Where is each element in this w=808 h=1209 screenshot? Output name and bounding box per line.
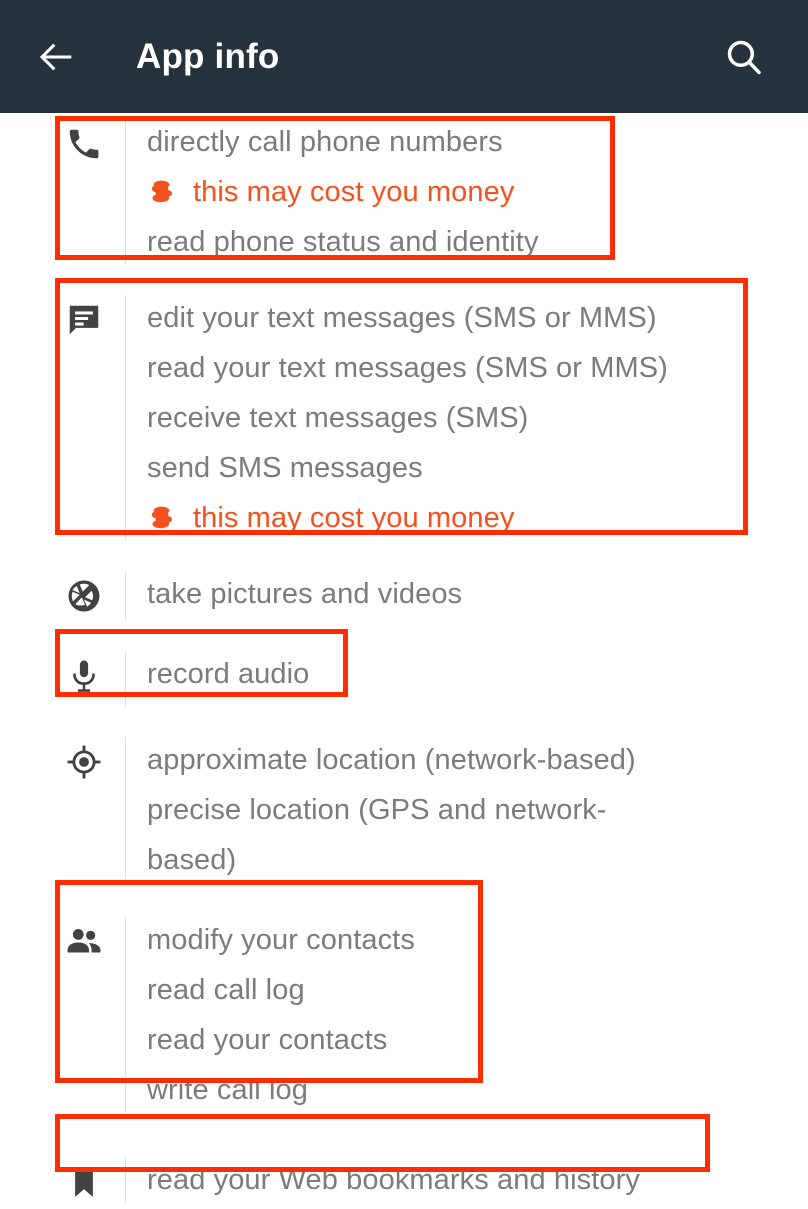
permission-line: take pictures and videos (147, 578, 463, 610)
permission-group-camera[interactable]: take pictures and videos (0, 565, 808, 627)
permission-line: directly call phone numbers (147, 126, 503, 158)
permission-line: read your text messages (SMS or MMS) (147, 352, 668, 384)
permission-cost-warning: this may cost you money (147, 493, 808, 543)
permission-line: send SMS messages (147, 452, 423, 484)
coins-icon (151, 180, 172, 203)
permission-line: read your contacts (147, 1024, 388, 1056)
permission-group-icon-cell (65, 645, 125, 695)
permission-line: modify your contacts (147, 924, 415, 956)
phone-icon (69, 129, 99, 159)
permission-group-microphone[interactable]: record audio (0, 645, 808, 713)
permission-line: receive text messages (SMS) (147, 402, 529, 434)
bookmark-icon (75, 1167, 93, 1197)
camera-icon (68, 580, 100, 612)
permission-cost-label: this may cost you money (193, 502, 515, 534)
permission-lines: modify your contacts read call log read … (126, 911, 808, 1119)
permission-list: directly call phone numbers this may cos… (0, 113, 808, 1209)
permission-line: approximate location (network-based) (147, 744, 636, 776)
contacts-icon (67, 929, 101, 953)
permission-group-icon-cell (65, 289, 125, 339)
app-bar: App info (0, 0, 808, 113)
page-title: App info (136, 36, 280, 76)
permission-line: edit your text messages (SMS or MMS) (147, 302, 657, 334)
permission-group-icon-cell (65, 911, 125, 961)
permission-group-location[interactable]: approximate location (network-based) pre… (0, 731, 808, 891)
microphone-icon (73, 660, 95, 692)
permission-cost-label: this may cost you money (193, 176, 515, 208)
permission-line: precise location (GPS and network-based) (147, 794, 607, 876)
permission-lines: record audio (126, 645, 808, 703)
permission-lines: directly call phone numbers this may cos… (126, 113, 808, 271)
search-icon (727, 40, 761, 74)
permission-line: read call log (147, 974, 305, 1006)
permission-group-icon-cell (65, 1151, 125, 1201)
back-button[interactable] (24, 25, 88, 89)
permission-group-contacts[interactable]: modify your contacts read call log read … (0, 911, 808, 1119)
permission-lines: read your Web bookmarks and history (126, 1151, 808, 1209)
permission-line: record audio (147, 658, 310, 690)
coins-icon (151, 506, 172, 529)
permission-cost-warning: this may cost you money (147, 167, 808, 217)
permission-group-icon-cell (65, 731, 125, 781)
location-icon (67, 745, 101, 779)
permission-line: write call log (147, 1074, 308, 1106)
permission-line: read phone status and identity (147, 226, 539, 258)
permission-group-icon-cell (65, 113, 125, 163)
permission-group-icon-cell (65, 565, 125, 615)
permission-lines: edit your text messages (SMS or MMS) rea… (126, 289, 808, 547)
permission-group-phone[interactable]: directly call phone numbers this may cos… (0, 113, 808, 271)
permission-lines: take pictures and videos (126, 565, 808, 623)
arrow-left-icon (39, 43, 72, 70)
search-button[interactable] (712, 25, 776, 89)
permission-line: read your Web bookmarks and history (147, 1164, 640, 1196)
sms-icon (69, 305, 99, 335)
permission-group-bookmarks[interactable]: read your Web bookmarks and history (0, 1151, 808, 1209)
permission-lines: approximate location (network-based) pre… (126, 731, 808, 889)
permission-group-sms[interactable]: edit your text messages (SMS or MMS) rea… (0, 289, 808, 547)
